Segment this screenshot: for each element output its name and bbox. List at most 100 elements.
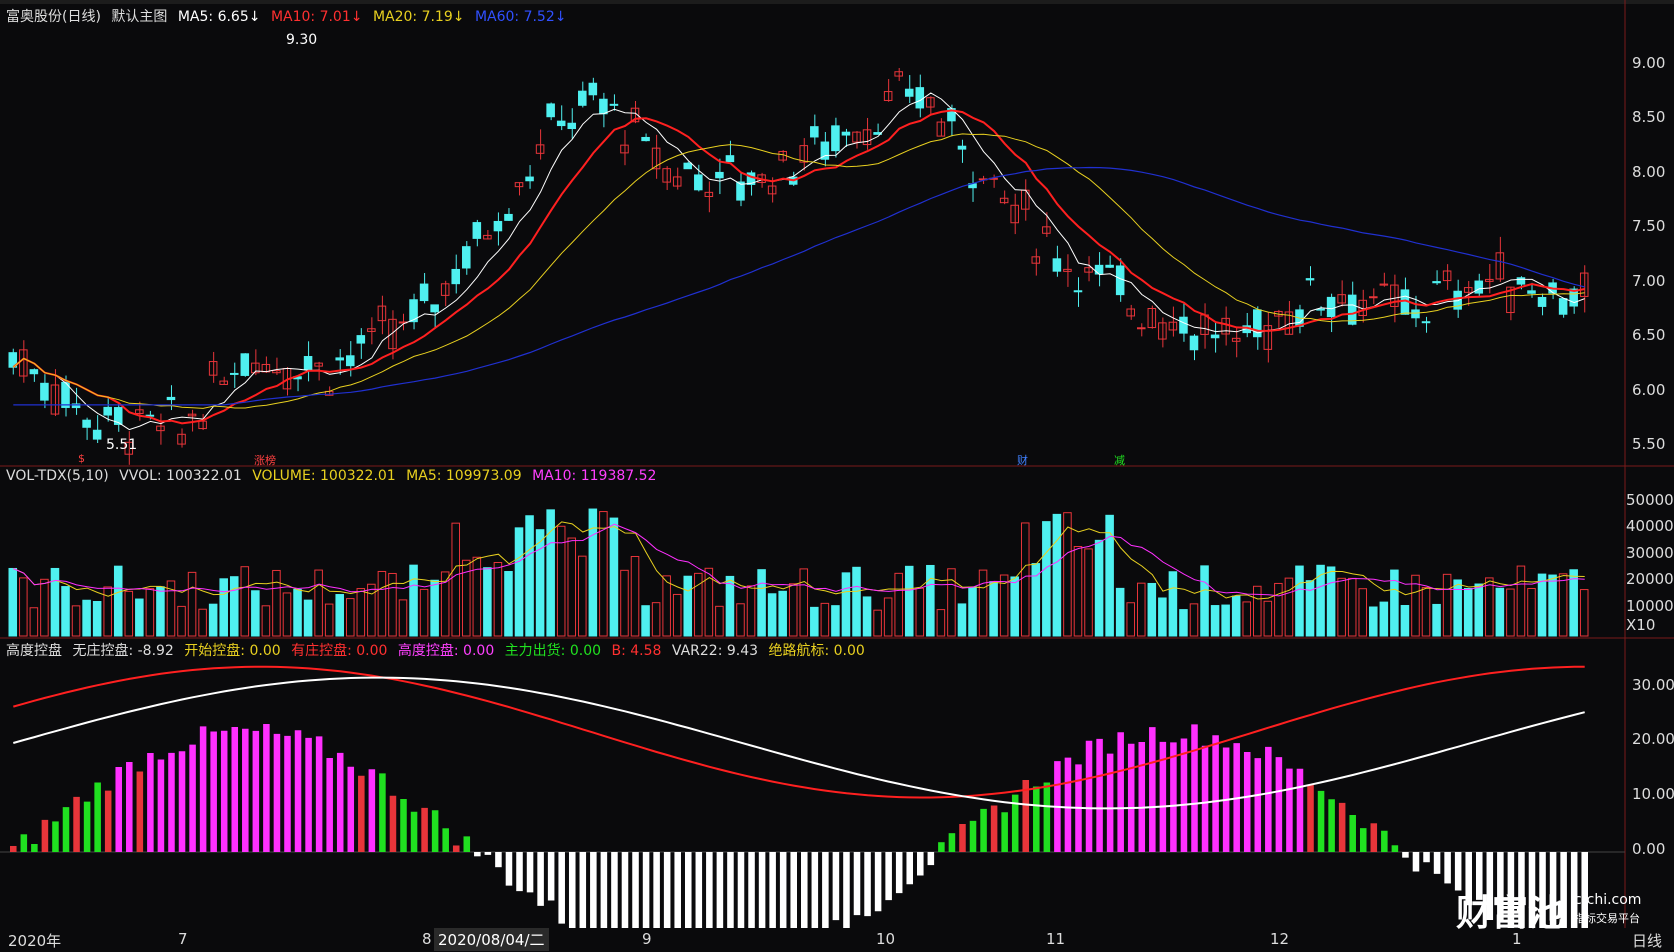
candle-body: [462, 246, 471, 269]
watermark-site: cfchi.com: [1574, 892, 1642, 908]
volume-bar: [831, 605, 840, 637]
volume-bar: [324, 603, 334, 637]
volume-bar: [251, 590, 260, 637]
ma5-line: [12, 92, 1585, 431]
volume-bar: [662, 575, 671, 637]
volume-bar: [1569, 569, 1578, 637]
ind-name[interactable]: 高度控盘: [6, 643, 62, 659]
tag-jian[interactable]: 减: [1114, 452, 1125, 468]
volume-bar: [936, 609, 946, 637]
candle-body: [1326, 296, 1336, 318]
volume-bar: [282, 592, 292, 637]
volume-bar: [810, 606, 819, 637]
volume-bar: [451, 522, 461, 637]
volume-bar: [1316, 564, 1325, 637]
volume-bar: [145, 588, 155, 637]
volume-bar: [1231, 595, 1241, 637]
volume-bar: [493, 561, 503, 637]
candle-body: [1411, 309, 1420, 319]
candle-body: [335, 357, 344, 361]
candle-body: [419, 283, 429, 302]
vol-name[interactable]: VOL-TDX(5,10): [6, 468, 109, 484]
price-tick: 8.00: [1632, 163, 1666, 181]
volume-bar: [314, 569, 323, 637]
candle-body: [599, 98, 608, 115]
candle-body: [1537, 296, 1547, 307]
date-month: 8: [422, 930, 432, 948]
volume-bar: [504, 571, 513, 637]
volume-bar: [1253, 585, 1262, 637]
candle-body: [641, 136, 650, 142]
date-year: 2020年: [8, 932, 62, 950]
kline-chart[interactable]: [0, 0, 1674, 928]
tag-cai[interactable]: 财: [1017, 452, 1028, 468]
cursor-date: 2020/08/04/二: [434, 928, 549, 951]
volume-bar: [430, 579, 439, 637]
ind-d: 高度控盘: 0.00: [397, 643, 495, 659]
volume-bar: [957, 603, 967, 637]
candle-body: [1369, 296, 1378, 299]
candle-body: [546, 103, 555, 118]
volume-bar: [672, 593, 682, 637]
indicator-red-line: [13, 665, 1585, 799]
volume-bar: [978, 569, 988, 637]
volume-bar: [915, 587, 925, 637]
volume-bar: [335, 594, 344, 637]
volume-bar: [1516, 565, 1526, 637]
volume-bar: [725, 575, 735, 637]
volume-bar: [1442, 573, 1452, 637]
volume-bar: [1305, 580, 1315, 637]
ind-e: 主力出货: 0.00: [504, 643, 602, 659]
candle-body: [166, 396, 176, 401]
candle-body: [240, 353, 250, 376]
candle-body: [1421, 321, 1431, 324]
volume-bar: [1200, 565, 1209, 637]
volume-bar: [1432, 603, 1441, 637]
candle-body: [831, 125, 840, 152]
candle-body: [609, 103, 619, 106]
volume-bar: [1084, 548, 1093, 637]
volume-bar: [1548, 574, 1557, 637]
volume-bar: [1263, 600, 1273, 637]
candle-body: [725, 155, 735, 163]
volume-bar: [92, 601, 102, 637]
volume-bar: [683, 575, 693, 637]
candle-body: [1179, 316, 1188, 334]
vol-volume: VOLUME: 100322.01: [252, 468, 396, 484]
volume-bar: [1485, 577, 1494, 637]
volume-bar: [841, 572, 851, 637]
volume-bar: [1474, 583, 1484, 637]
candle-body: [1210, 334, 1220, 339]
volume-bar: [1020, 522, 1030, 637]
volume-bar: [1326, 566, 1336, 637]
candle-body: [388, 318, 397, 350]
tag-s[interactable]: $: [78, 452, 85, 465]
volume-bar: [208, 603, 218, 637]
candle-body: [957, 145, 967, 150]
volume-bar: [514, 527, 524, 637]
price-tick: 7.00: [1632, 272, 1666, 290]
tag-zhangting[interactable]: 涨榜: [254, 452, 276, 468]
candle-body: [430, 304, 439, 313]
volume-bar: [103, 586, 112, 637]
period-label[interactable]: 日线: [1632, 930, 1662, 951]
candle-body: [1105, 264, 1114, 268]
volume-bar: [19, 577, 28, 637]
volume-bar: [71, 605, 81, 637]
volume-bar: [377, 570, 387, 637]
volume-bar: [229, 576, 239, 637]
volume-bar: [651, 602, 661, 637]
vol-tick: X10: [1626, 616, 1656, 634]
date-axis: 2020年 7 8 2020/08/04/二 9 10 11 12 1: [0, 928, 1625, 952]
volume-bar: [1189, 603, 1199, 637]
candle-body: [504, 213, 513, 221]
vol-tick: 50000: [1626, 491, 1674, 509]
volume-bar: [261, 605, 271, 637]
volume-bar: [873, 609, 882, 637]
volume-bar: [293, 588, 302, 637]
volume-axis: 50000 40000 30000 20000 10000 X10: [1626, 466, 1674, 638]
volume-bar: [1337, 577, 1346, 637]
candle-body: [525, 176, 534, 182]
ind-tick: 10.00: [1632, 785, 1674, 803]
volume-bar: [1537, 573, 1547, 637]
